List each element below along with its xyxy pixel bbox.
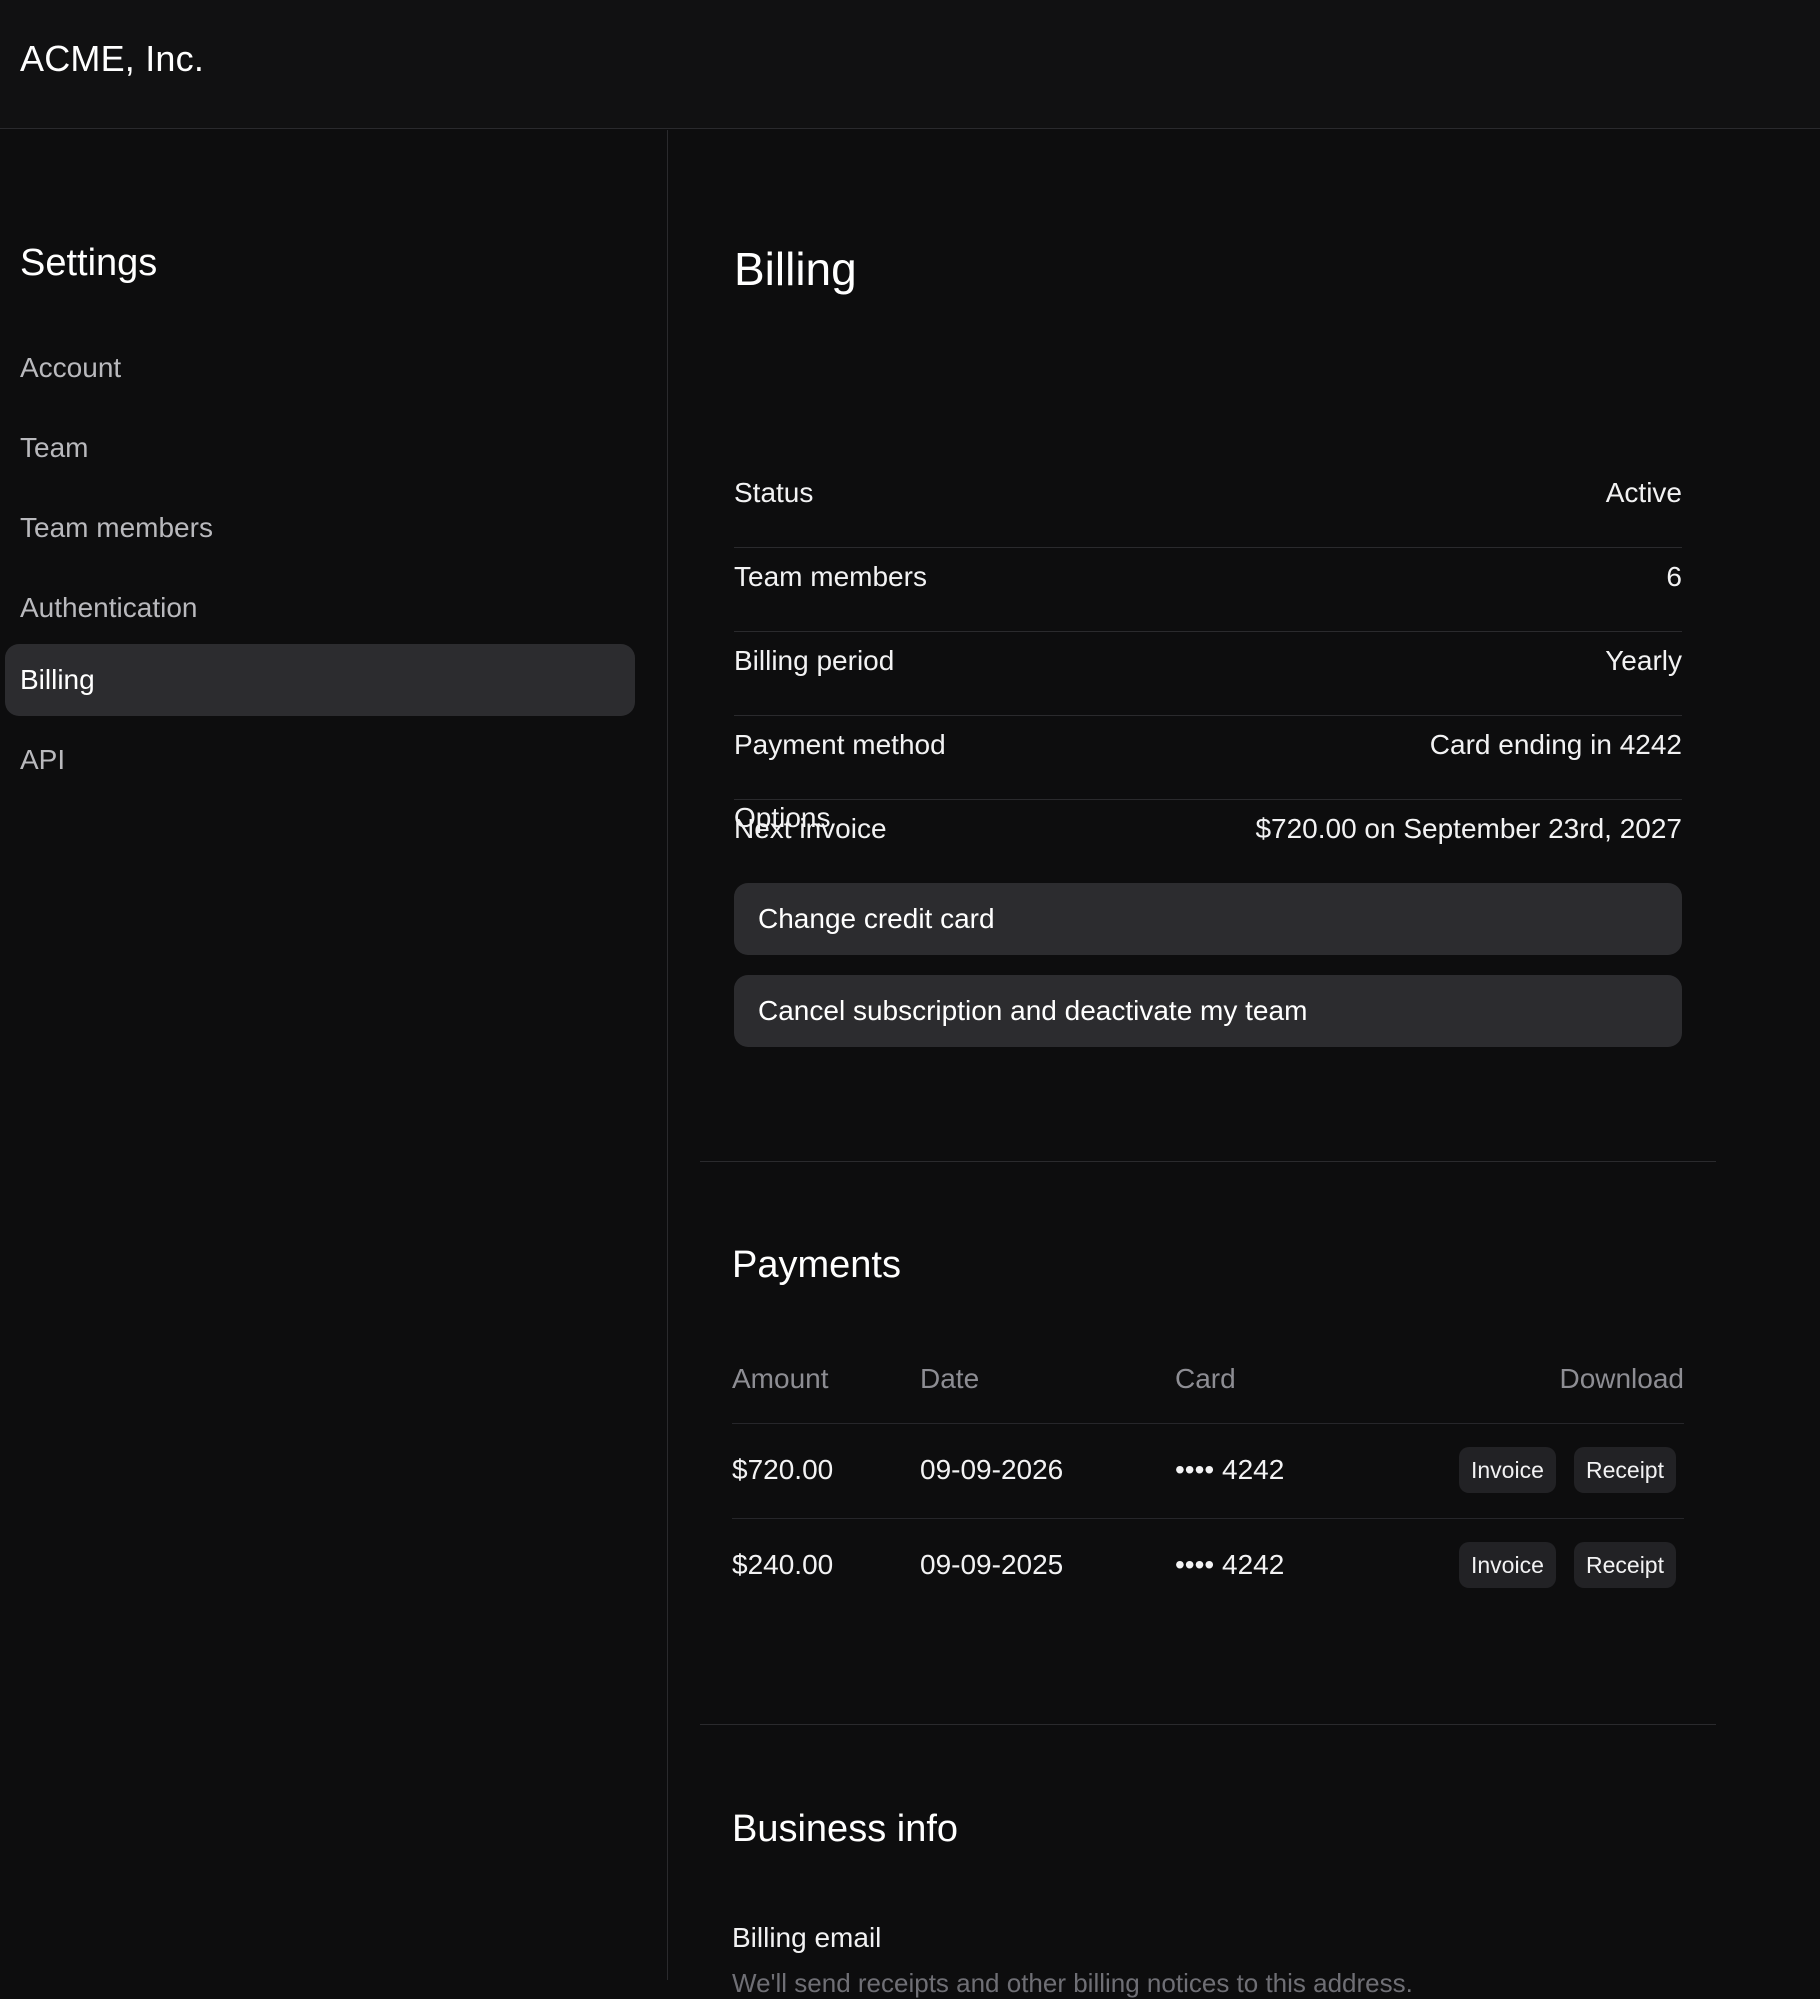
next-invoice-value: $720.00 on September 23rd, 2027 [1255, 813, 1682, 844]
invoice-download-button[interactable]: Invoice [1459, 1447, 1556, 1493]
billing-period-label: Billing period [734, 645, 895, 676]
team-members-value: 6 [1666, 561, 1682, 592]
column-download: Download [1559, 1363, 1684, 1394]
payment-date: 09-09-2026 [920, 1454, 1064, 1485]
billing-status-row: Status Active [734, 464, 1682, 548]
receipt-download-button[interactable]: Receipt [1574, 1542, 1676, 1588]
brand-name[interactable]: ACME, Inc. [20, 38, 204, 80]
invoice-download-button[interactable]: Invoice [1459, 1542, 1556, 1588]
column-card: Card [1175, 1363, 1236, 1394]
business-info-title: Business info [732, 1808, 959, 1850]
billing-period-row: Billing period Yearly [734, 632, 1682, 716]
receipt-download-button[interactable]: Receipt [1574, 1447, 1676, 1493]
sidebar-item-team-members[interactable]: Team members [5, 492, 635, 564]
sidebar-item-api[interactable]: API [5, 724, 635, 796]
status-value: Active [1605, 477, 1682, 508]
payment-card: •••• 4242 [1175, 1549, 1285, 1580]
billing-main-panel: Billing Status Active Team members 6 Bil… [669, 130, 1820, 1998]
billing-email-label: Billing email [732, 1922, 882, 1953]
column-date: Date [920, 1363, 980, 1394]
sidebar-item-team[interactable]: Team [5, 412, 635, 484]
payments-title: Payments [732, 1244, 901, 1286]
payment-amount: $240.00 [732, 1549, 834, 1580]
next-invoice-row: Next invoice $720.00 on September 23rd, … [734, 800, 1682, 884]
payment-card: •••• 4242 [1175, 1454, 1285, 1485]
top-bar: ACME, Inc. [0, 0, 1820, 129]
billing-email-help: We'll send receipts and other billing no… [732, 1968, 1413, 1998]
payment-method-row: Payment method Card ending in 4242 [734, 716, 1682, 800]
table-row-divider [732, 1518, 1684, 1519]
table-header-divider [732, 1423, 1684, 1424]
change-credit-card-button[interactable]: Change credit card [734, 883, 1682, 955]
column-amount: Amount [732, 1363, 829, 1394]
payment-date: 09-09-2025 [920, 1549, 1064, 1580]
section-divider [700, 1724, 1716, 1725]
cancel-subscription-button[interactable]: Cancel subscription and deactivate my te… [734, 975, 1682, 1047]
billing-title: Billing [734, 243, 857, 295]
options-label: Options [734, 802, 831, 833]
payment-method-label: Payment method [734, 729, 946, 760]
billing-period-value: Yearly [1605, 645, 1682, 676]
sidebar-item-authentication[interactable]: Authentication [5, 572, 635, 644]
payment-amount: $720.00 [732, 1454, 834, 1485]
billing-team-members-row: Team members 6 [734, 548, 1682, 632]
settings-sidebar: Settings Account Team Team members Authe… [0, 130, 668, 1980]
payment-method-value: Card ending in 4242 [1429, 729, 1682, 760]
sidebar-title: Settings [20, 242, 158, 284]
section-divider [700, 1161, 1716, 1162]
team-members-label: Team members [734, 561, 927, 592]
sidebar-item-billing[interactable]: Billing [5, 644, 635, 716]
sidebar-item-account[interactable]: Account [5, 332, 635, 404]
status-label: Status [734, 477, 814, 508]
